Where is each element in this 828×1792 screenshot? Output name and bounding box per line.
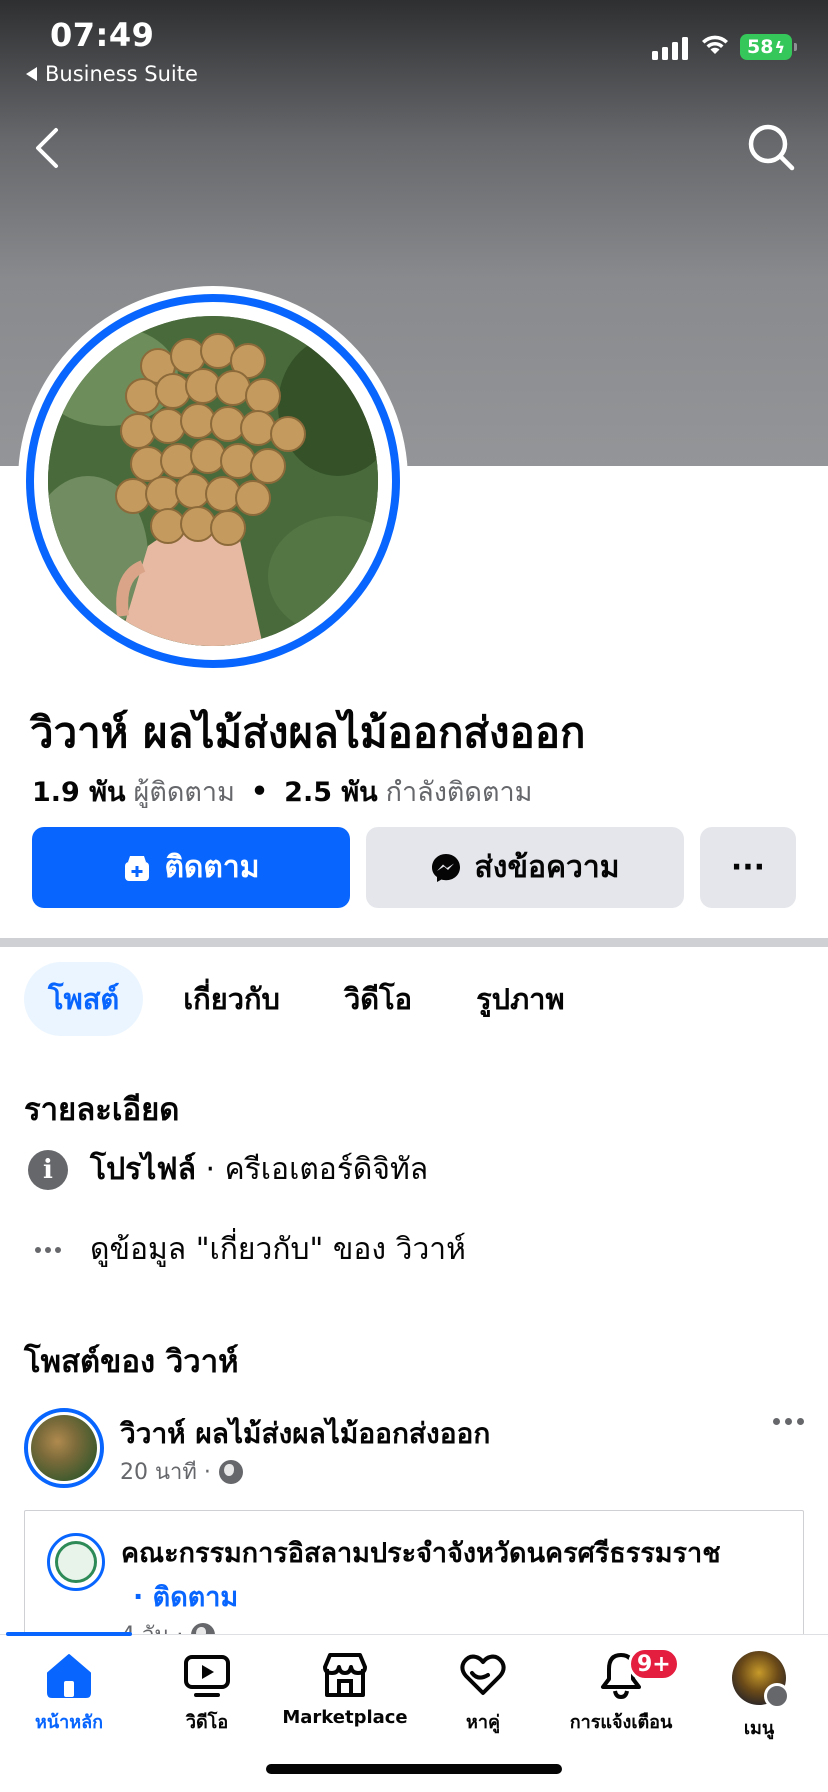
tabbar-home-label: หน้าหลัก (34, 1712, 104, 1733)
notification-badge: 9+ (628, 1647, 680, 1681)
message-button[interactable]: ส่งข้อความ (366, 827, 684, 908)
messenger-icon (432, 853, 461, 882)
post-meta: 20 นาที · (120, 1454, 243, 1489)
tabbar-marketplace[interactable]: Marketplace (276, 1651, 414, 1728)
story-ring (26, 294, 400, 668)
followers-label[interactable]: ผู้ติดตาม (134, 770, 235, 813)
followers-count: 1.9 พัน (32, 777, 126, 808)
battery-level: 58 (746, 36, 774, 58)
post-options-icon[interactable] (773, 1418, 804, 1425)
section-divider (0, 938, 828, 947)
details-heading: รายละเอียด (24, 1092, 180, 1128)
following-label[interactable]: กำลังติดตาม (386, 770, 533, 813)
marketplace-icon (323, 1653, 367, 1697)
status-bar: 07:49 Business Suite 58 ϟ (0, 0, 828, 100)
ellipsis-icon (28, 1246, 68, 1253)
back-arrow-icon[interactable] (28, 120, 72, 176)
follow-page-icon (125, 855, 150, 881)
post-author-avatar[interactable] (24, 1408, 104, 1488)
signal-icon (652, 36, 688, 60)
category-separator: · (205, 1152, 225, 1187)
more-dots-icon: ··· (730, 850, 766, 885)
tabbar-menu-label: เมนู (743, 1718, 775, 1739)
menu-avatar (732, 1651, 790, 1709)
profile-tabs: โพสต์ เกี่ยวกับ วิดีโอ รูปภาพ (24, 962, 605, 1036)
dating-icon (460, 1654, 506, 1695)
status-time: 07:49 (50, 16, 155, 54)
back-to-app-link[interactable]: Business Suite (26, 62, 198, 86)
tabbar-home[interactable]: หน้าหลัก (0, 1651, 138, 1736)
post-header: วิวาห์ ผลไม้ส่งผลไม้ออกส่งออก 20 นาที · (24, 1408, 804, 1492)
posts-heading: โพสต์ของ วิวาห์ (24, 1344, 239, 1380)
tab-videos[interactable]: วิดีโอ (320, 962, 436, 1036)
tabbar-video-label: วิดีโอ (185, 1712, 229, 1733)
shared-author-avatar[interactable] (47, 1533, 105, 1591)
profile-category: ครีเอเตอร์ดิจิทัล (224, 1152, 429, 1187)
globe-icon (218, 1459, 243, 1484)
tabbar-menu[interactable]: เมนู (690, 1651, 828, 1742)
wifi-icon (702, 35, 728, 54)
home-indicator[interactable] (266, 1764, 562, 1774)
battery-indicator: 58 ϟ (740, 34, 797, 60)
follow-stats: 1.9 พัน ผู้ติดตาม • 2.5 พัน กำลังติดตาม (32, 770, 532, 813)
charging-icon: ϟ (774, 37, 785, 57)
following-count: 2.5 พัน (284, 777, 378, 808)
home-icon (47, 1654, 91, 1698)
see-about-link[interactable]: ดูข้อมูล "เกี่ยวกับ" ของ วิวาห์ (90, 1226, 466, 1273)
tabbar-notifications[interactable]: 9+ การแจ้งเตือน (552, 1647, 690, 1736)
post-time[interactable]: 20 นาที · (120, 1454, 211, 1489)
shared-follow-link[interactable]: · ติดตาม (133, 1575, 238, 1618)
video-icon (184, 1655, 230, 1697)
tabbar-marketplace-label: Marketplace (282, 1707, 408, 1728)
back-triangle-icon (26, 67, 37, 81)
back-app-label: Business Suite (45, 62, 198, 86)
tabbar-video[interactable]: วิดีโอ (138, 1651, 276, 1736)
tabbar-notifications-label: การแจ้งเตือน (569, 1712, 673, 1733)
follow-button[interactable]: ติดตาม (32, 827, 350, 908)
profile-type-row: i โปรไฟล์ · ครีเอเตอร์ดิจิทัล (28, 1146, 428, 1193)
tabbar-dating[interactable]: หาคู่ (414, 1651, 552, 1736)
more-options-button[interactable]: ··· (700, 827, 796, 908)
see-about-row[interactable]: ดูข้อมูล "เกี่ยวกับ" ของ วิวาห์ (28, 1226, 466, 1273)
menu-hamburger-icon (764, 1683, 790, 1709)
tabbar-dating-label: หาคู่ (465, 1712, 500, 1733)
tab-posts[interactable]: โพสต์ (24, 962, 144, 1036)
stats-separator: • (250, 776, 269, 807)
profile-picture[interactable] (18, 286, 408, 676)
follow-button-label: ติดตาม (164, 850, 260, 885)
message-button-label: ส่งข้อความ (474, 850, 620, 885)
search-icon[interactable] (744, 120, 800, 176)
page-name: วิวาห์ ผลไม้ส่งผลไม้ออกส่งออก (30, 708, 586, 757)
profile-type: โปรไฟล์ (90, 1152, 196, 1187)
profile-photo-longan (48, 316, 378, 646)
tab-photos[interactable]: รูปภาพ (452, 962, 589, 1036)
shared-author-name[interactable]: คณะกรรมการอิสลามประจำจังหวัดนครศรีธรรมรา… (121, 1531, 721, 1574)
seal-logo-icon (55, 1541, 97, 1583)
tab-about[interactable]: เกี่ยวกับ (159, 962, 304, 1036)
active-tab-indicator (6, 1632, 132, 1636)
post-author-name[interactable]: วิวาห์ ผลไม้ส่งผลไม้ออกส่งออก (120, 1412, 490, 1456)
info-icon: i (28, 1149, 68, 1190)
